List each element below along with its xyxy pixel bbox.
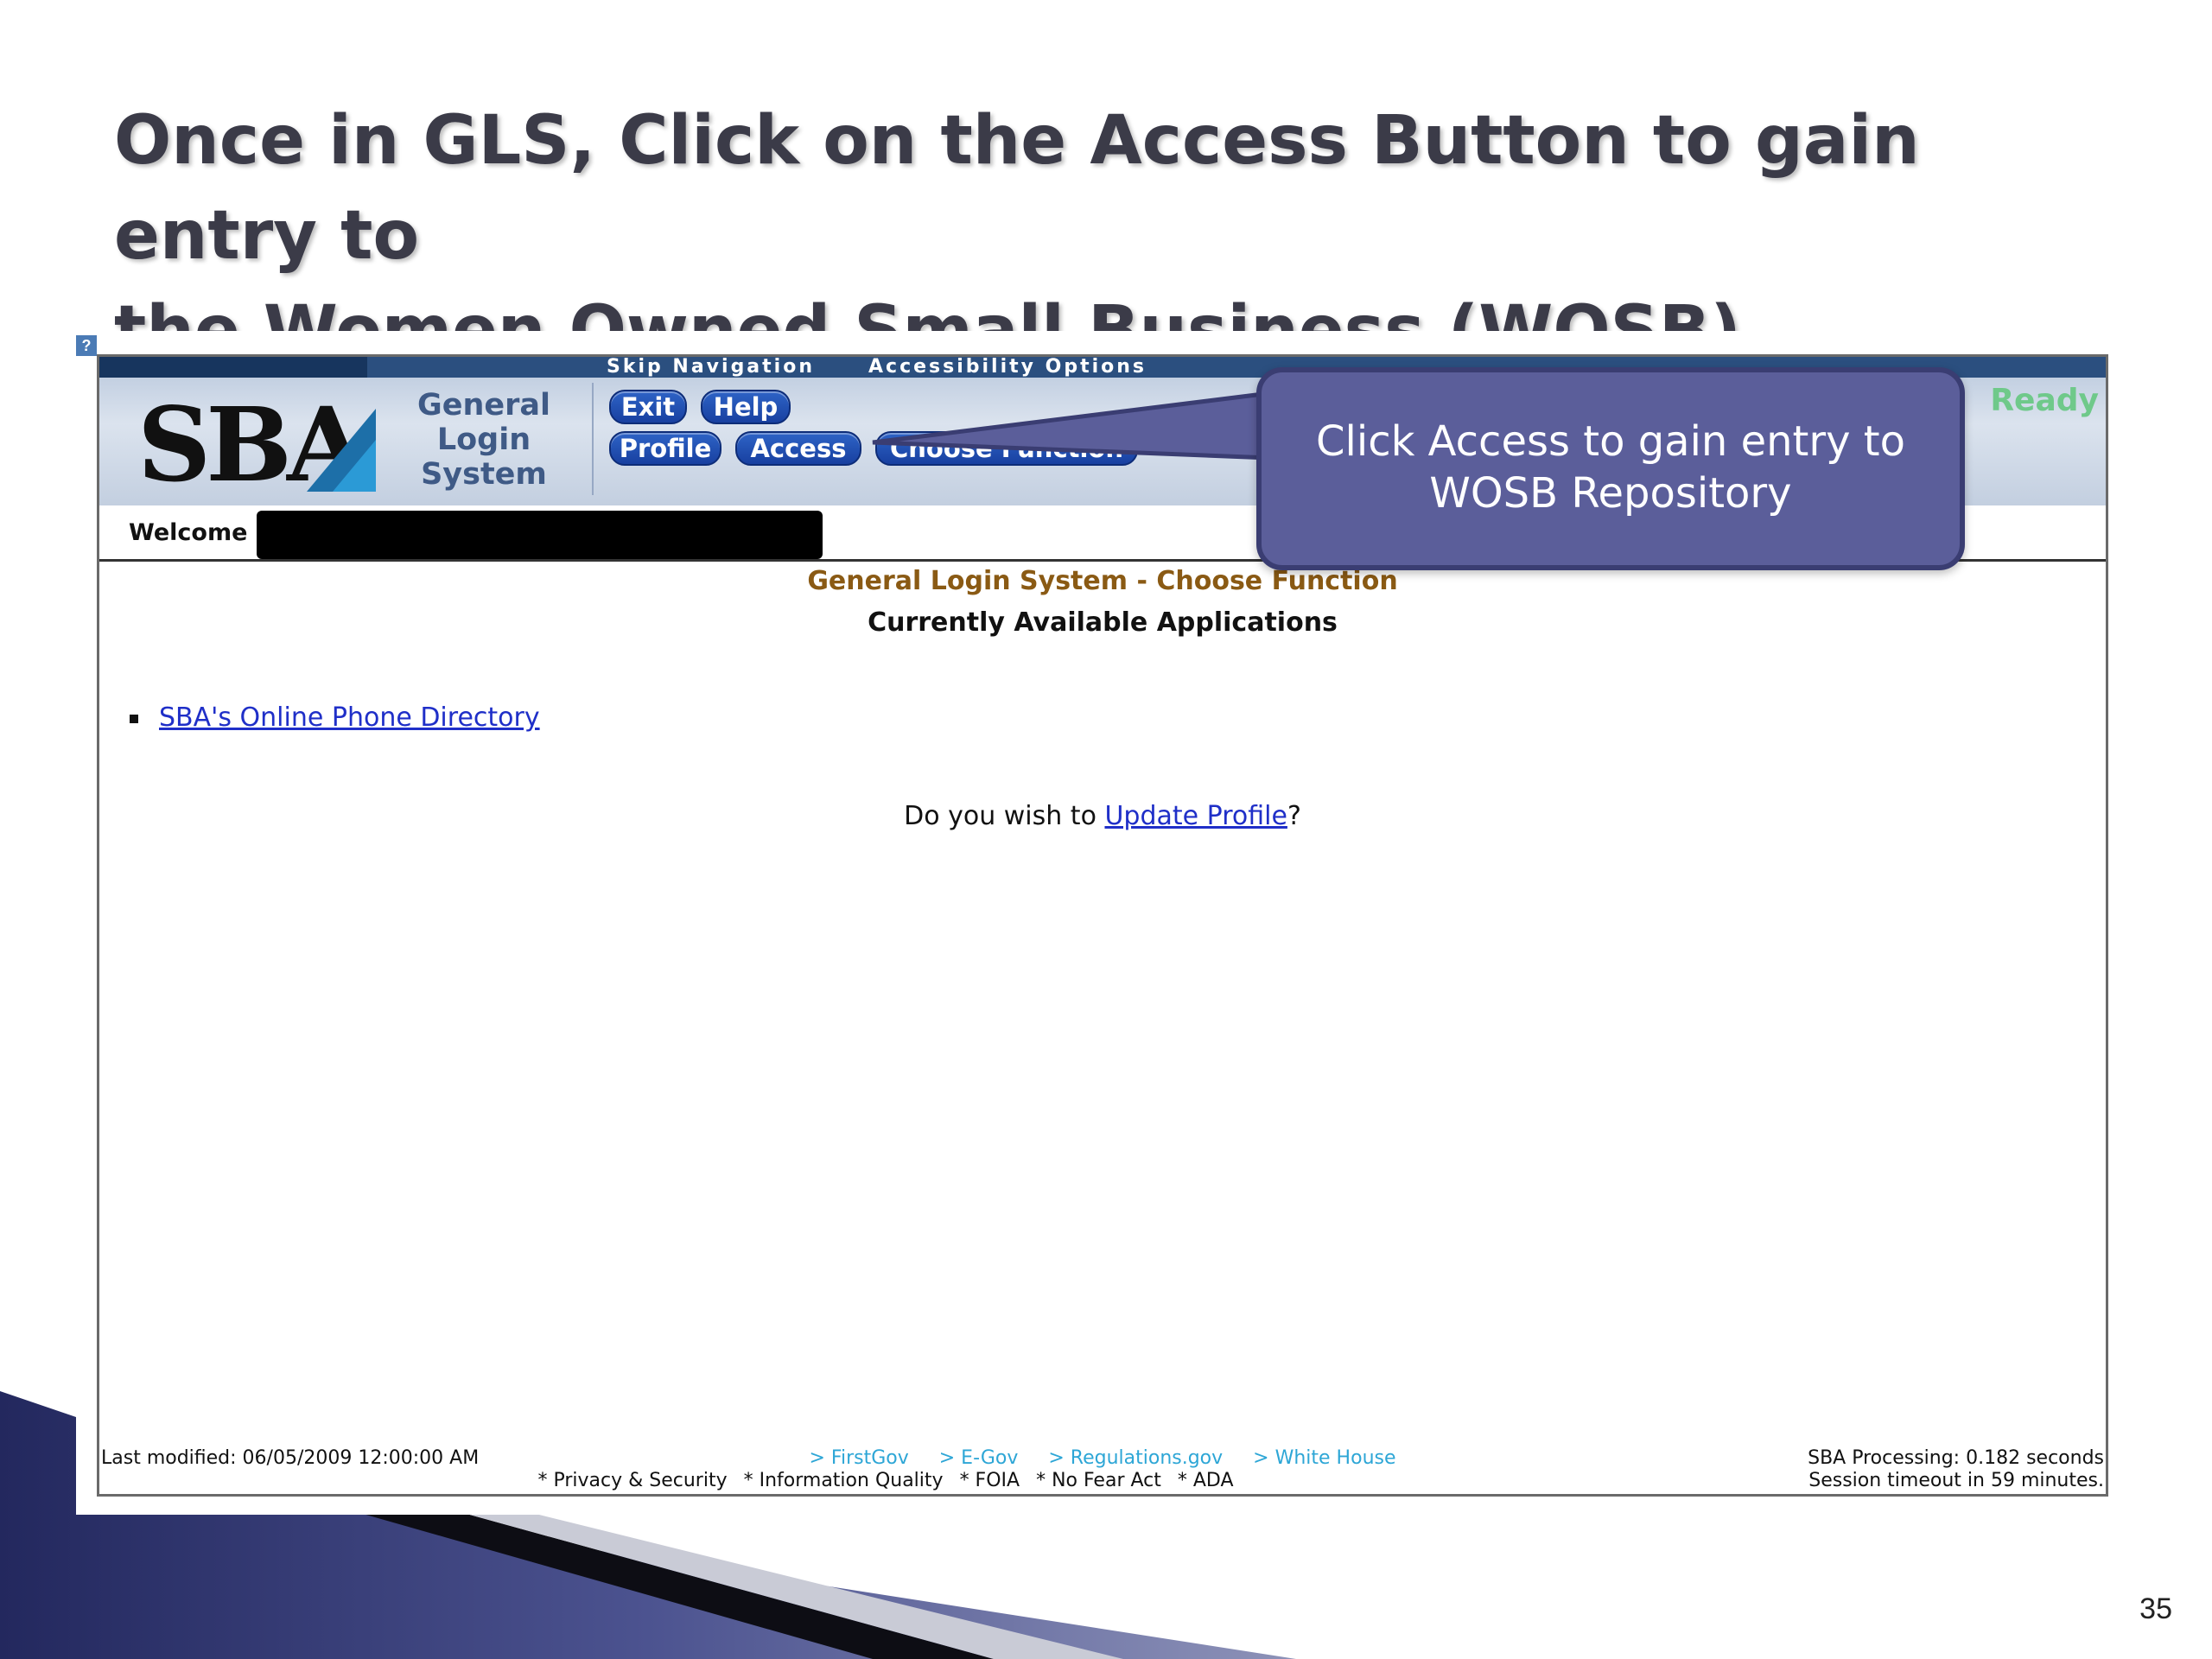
status-ready: Ready <box>1990 383 2099 418</box>
update-profile-link[interactable]: Update Profile <box>1104 801 1287 831</box>
system-name: General Login System <box>417 388 550 492</box>
footer-links: > FirstGov > E-Gov > Regulations.gov > W… <box>99 1447 2106 1469</box>
slide-title-line1: Once in GLS, Click on the Access Button … <box>114 102 1920 275</box>
bullet-icon <box>130 714 138 723</box>
choose-function-button[interactable]: Choose Function <box>875 431 1138 466</box>
callout-line2: WOSB Repository <box>1429 469 1792 518</box>
header-divider <box>592 383 594 495</box>
footer-link-egov[interactable]: > E-Gov <box>939 1447 1019 1469</box>
page-number: 35 <box>2139 1592 2172 1625</box>
policy-foia-link[interactable]: * FOIA <box>960 1470 1020 1491</box>
session-timeout: Session timeout in 59 minutes. <box>1808 1470 2104 1491</box>
welcome-label: Welcome <box>129 519 248 546</box>
help-question-icon[interactable]: ? <box>76 335 97 356</box>
processing-time: SBA Processing: 0.182 seconds <box>1808 1447 2104 1469</box>
help-button[interactable]: Help <box>701 390 791 424</box>
policy-privacy-link[interactable]: * Privacy & Security <box>537 1470 727 1491</box>
update-profile-prompt: Do you wish to Update Profile? <box>904 801 1301 831</box>
sba-logo-swoosh-icon <box>307 409 376 492</box>
policy-ada-link[interactable]: * ADA <box>1178 1470 1234 1491</box>
page-footer: Last modified: 06/05/2009 12:00:00 AM > … <box>99 1442 2106 1494</box>
redacted-username <box>257 511 823 559</box>
skip-navigation-link[interactable]: Skip Navigation <box>607 357 815 378</box>
application-list: SBA's Online Phone Directory <box>130 702 540 733</box>
footer-link-regulations[interactable]: > Regulations.gov <box>1048 1447 1223 1469</box>
policy-no-fear-link[interactable]: * No Fear Act <box>1036 1470 1161 1491</box>
accessibility-options-link[interactable]: Accessibility Options <box>868 357 1147 378</box>
policy-information-quality-link[interactable]: * Information Quality <box>744 1470 944 1491</box>
profile-button[interactable]: Profile <box>609 431 721 466</box>
callout-line1: Click Access to gain entry to <box>1316 417 1905 466</box>
callout-box: Click Access to gain entry to WOSB Repos… <box>1256 367 1965 570</box>
footer-policies: * Privacy & Security * Information Quali… <box>99 1470 1672 1491</box>
applications-heading: Currently Available Applications <box>868 607 1338 638</box>
access-button[interactable]: Access <box>735 431 861 466</box>
exit-button[interactable]: Exit <box>609 390 687 424</box>
phone-directory-link[interactable]: SBA's Online Phone Directory <box>159 702 540 733</box>
footer-link-whitehouse[interactable]: > White House <box>1253 1447 1395 1469</box>
footer-link-firstgov[interactable]: > FirstGov <box>809 1447 908 1469</box>
processing-info: SBA Processing: 0.182 seconds Session ti… <box>1808 1447 2104 1492</box>
page-heading: General Login System - Choose Function <box>807 566 1398 596</box>
list-item: SBA's Online Phone Directory <box>130 702 540 733</box>
